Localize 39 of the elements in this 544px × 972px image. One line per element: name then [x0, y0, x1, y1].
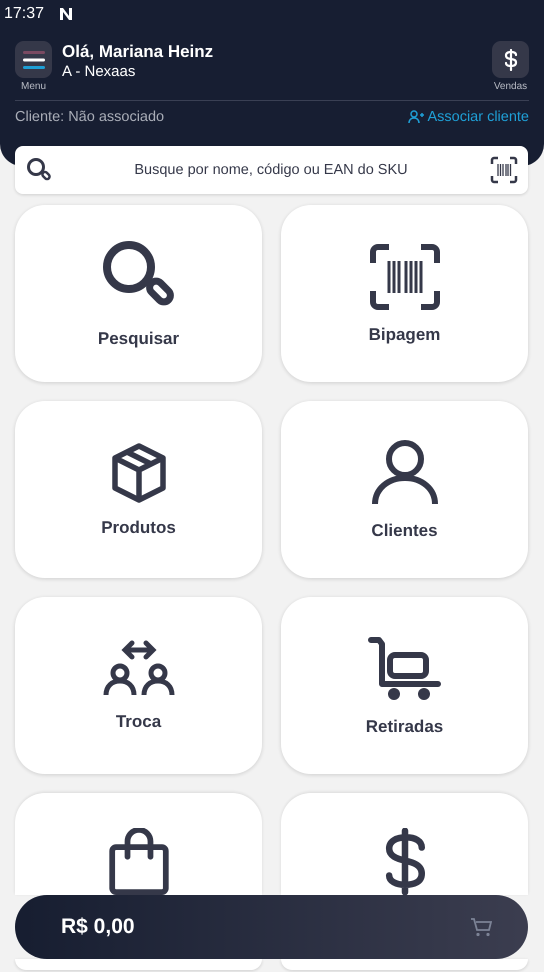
menu-tile[interactable] [281, 793, 528, 895]
app-logo-icon [58, 7, 74, 21]
sales-label: Vendas [494, 81, 528, 92]
sales-button[interactable] [492, 41, 529, 78]
menu-tile[interactable]: Bipagem [281, 205, 528, 382]
menu-tile[interactable]: Troca [15, 597, 262, 774]
menu-icon [22, 50, 44, 68]
dollar-icon [504, 48, 518, 70]
menu-tile[interactable]: Retiradas [281, 597, 528, 774]
status-time: 17:37 [4, 5, 44, 23]
person-icon [370, 438, 438, 506]
menu-button[interactable] [15, 41, 52, 78]
menu-tile[interactable]: Produtos [15, 401, 262, 578]
tile-label: Clientes [371, 520, 438, 540]
cart-total: R$ 0,00 [61, 915, 135, 939]
exchange-people-icon [102, 640, 176, 698]
tile-label: Bipagem [368, 324, 440, 344]
barcode-scan-icon [368, 242, 440, 310]
menu-tile[interactable] [15, 793, 262, 895]
shopping-bag-icon [108, 828, 170, 895]
cart-bar[interactable]: R$ 0,00 [15, 895, 528, 959]
cart-icon [368, 634, 442, 702]
menu-label: Menu [20, 81, 46, 92]
search-icon [26, 157, 52, 183]
barcode-scan-icon[interactable] [490, 156, 518, 184]
search-field[interactable]: Busque por nome, código ou EAN do SKU [15, 146, 528, 194]
cart-icon[interactable] [470, 917, 492, 937]
store-name: A - Nexaas [62, 62, 136, 81]
box-icon [110, 442, 166, 504]
add-person-icon [408, 110, 424, 124]
menu-tile[interactable]: Clientes [281, 401, 528, 578]
associate-client-link[interactable]: Associar cliente [408, 109, 529, 125]
tile-label: Produtos [101, 518, 176, 538]
tile-label: Retiradas [366, 716, 444, 736]
tile-label: Troca [116, 712, 162, 732]
client-status: Cliente: Não associado [15, 109, 164, 125]
greeting: Olá, Mariana Heinz [62, 41, 214, 62]
tile-label: Pesquisar [98, 328, 180, 348]
menu-tile[interactable]: Pesquisar [15, 205, 262, 382]
